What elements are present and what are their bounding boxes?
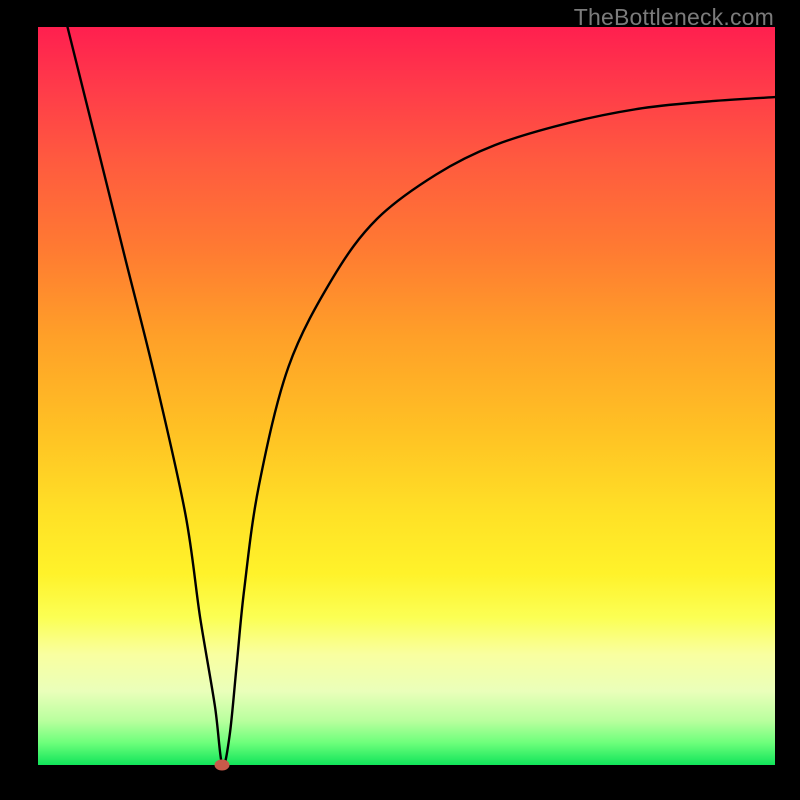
plot-area bbox=[38, 27, 775, 765]
bottleneck-curve bbox=[68, 27, 776, 765]
minimum-marker bbox=[215, 760, 230, 771]
chart-stage: TheBottleneck.com bbox=[0, 0, 800, 800]
curve-svg bbox=[38, 27, 775, 765]
